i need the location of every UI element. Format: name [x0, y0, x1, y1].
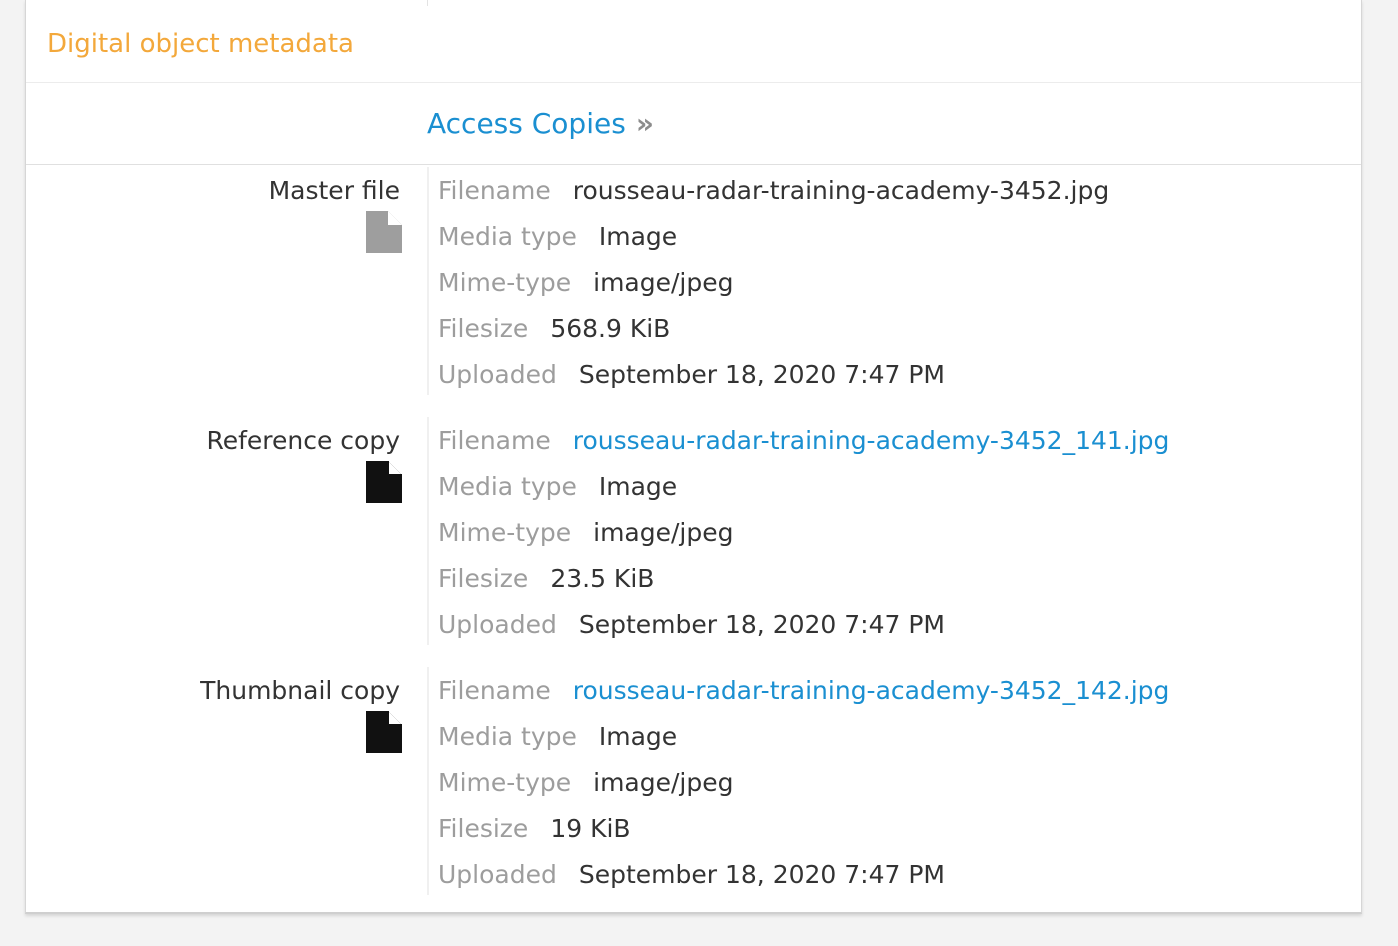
media-type-row: Media type Image	[438, 717, 1169, 763]
group-title: Thumbnail copy	[200, 676, 400, 705]
media-type-value: Image	[598, 722, 678, 751]
mime-type-row: Mime-type image/jpeg	[438, 263, 1109, 309]
filename-row: Filename rousseau-radar-training-academy-…	[438, 421, 1169, 467]
group-title: Reference copy	[206, 426, 400, 455]
digital-object-metadata-panel: Digital object metadata Access Copies » …	[25, 0, 1362, 914]
uploaded-row: Uploaded September 18, 2020 7:47 PM	[438, 355, 1109, 401]
filename-label: Filename	[438, 426, 551, 455]
media-type-value: Image	[598, 472, 678, 501]
media-type-value: Image	[598, 222, 678, 251]
uploaded-label: Uploaded	[438, 610, 557, 639]
filesize-label: Filesize	[438, 564, 529, 593]
field-list: Filename rousseau-radar-training-academy-…	[438, 421, 1169, 651]
filename-value: rousseau-radar-training-academy-3452.jpg	[572, 176, 1110, 205]
uploaded-label: Uploaded	[438, 860, 557, 889]
filename-link[interactable]: rousseau-radar-training-academy-3452_142…	[573, 676, 1170, 705]
filesize-label: Filesize	[438, 814, 529, 843]
filename-row: Filename rousseau-radar-training-academy-…	[438, 671, 1169, 717]
file-icon	[366, 711, 402, 753]
filename-link[interactable]: rousseau-radar-training-academy-3452_141…	[573, 426, 1170, 455]
media-type-label: Media type	[438, 222, 577, 251]
filesize-value: 19 KiB	[550, 814, 631, 843]
mime-type-value: image/jpeg	[593, 768, 734, 797]
group-divider	[427, 417, 429, 645]
mime-type-label: Mime-type	[438, 268, 572, 297]
access-divider	[26, 164, 1361, 165]
mime-type-row: Mime-type image/jpeg	[438, 513, 1169, 559]
uploaded-row: Uploaded September 18, 2020 7:47 PM	[438, 855, 1169, 901]
uploaded-value: September 18, 2020 7:47 PM	[578, 360, 945, 389]
filesize-row: Filesize 23.5 KiB	[438, 559, 1169, 605]
group-divider	[427, 167, 429, 395]
mime-type-label: Mime-type	[438, 768, 572, 797]
section-title: Digital object metadata	[47, 29, 354, 59]
filename-label: Filename	[438, 676, 551, 705]
filesize-value: 568.9 KiB	[550, 314, 671, 343]
access-copies-link[interactable]: Access Copies »	[427, 104, 654, 144]
mime-type-value: image/jpeg	[593, 518, 734, 547]
uploaded-value: September 18, 2020 7:47 PM	[578, 860, 945, 889]
header-divider	[26, 82, 1361, 83]
group-divider	[427, 667, 429, 895]
filesize-value: 23.5 KiB	[550, 564, 655, 593]
media-type-label: Media type	[438, 722, 577, 751]
mime-type-label: Mime-type	[438, 518, 572, 547]
field-list: Filename rousseau-radar-training-academy-…	[438, 171, 1109, 401]
filename-row: Filename rousseau-radar-training-academy-…	[438, 171, 1109, 217]
access-copies-label: Access Copies	[427, 107, 626, 140]
group-title: Master file	[268, 176, 400, 205]
uploaded-row: Uploaded September 18, 2020 7:47 PM	[438, 605, 1169, 651]
file-icon	[366, 461, 402, 503]
filesize-row: Filesize 568.9 KiB	[438, 309, 1109, 355]
uploaded-label: Uploaded	[438, 360, 557, 389]
file-icon	[366, 211, 402, 253]
field-list: Filename rousseau-radar-training-academy-…	[438, 671, 1169, 901]
mime-type-value: image/jpeg	[593, 268, 734, 297]
uploaded-value: September 18, 2020 7:47 PM	[578, 610, 945, 639]
filename-label: Filename	[438, 176, 551, 205]
top-divider-stub	[427, 0, 428, 6]
double-chevron-right-icon: »	[635, 107, 654, 140]
media-type-label: Media type	[438, 472, 577, 501]
media-type-row: Media type Image	[438, 467, 1169, 513]
mime-type-row: Mime-type image/jpeg	[438, 763, 1169, 809]
filesize-row: Filesize 19 KiB	[438, 809, 1169, 855]
filesize-label: Filesize	[438, 314, 529, 343]
media-type-row: Media type Image	[438, 217, 1109, 263]
